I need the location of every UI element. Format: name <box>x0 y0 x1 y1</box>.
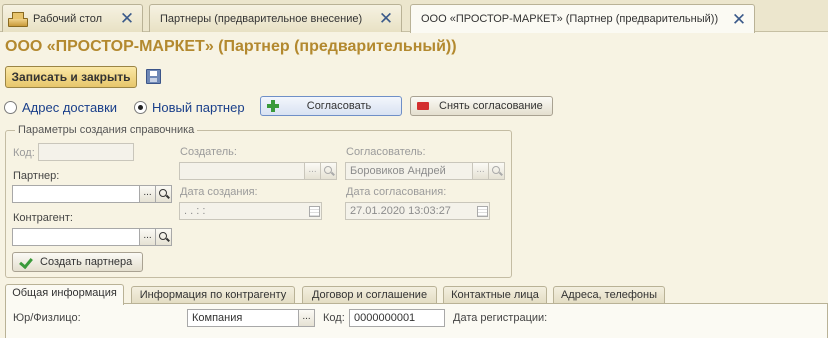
form-tabs: Общая информация Информация по контраген… <box>0 284 828 305</box>
approver-field: Боровиков Андрей <box>345 162 473 180</box>
close-icon[interactable]: ✕ <box>730 11 748 28</box>
approval-date-label: Дата согласования: <box>346 186 447 198</box>
created-date-label: Дата создания: <box>180 186 258 198</box>
creator-field <box>179 162 305 180</box>
general-code-label: Код: <box>323 312 345 324</box>
radio-circle[interactable] <box>134 100 147 114</box>
tab-counterparty-info[interactable]: Информация по контрагенту <box>131 286 295 304</box>
radio-label: Новый партнер <box>152 99 245 115</box>
close-icon[interactable]: ✕ <box>377 10 395 27</box>
partner-search-icon[interactable] <box>156 185 172 203</box>
checkmark-icon <box>18 257 32 267</box>
creator-choice-button: ... <box>305 162 321 180</box>
tab-label: ООО «ПРОСТОР-МАРКЕТ» (Партнер (предварит… <box>421 13 719 25</box>
created-date-field: . . : : <box>179 202 322 220</box>
home-icon <box>7 11 28 27</box>
tab-contract[interactable]: Договор и соглашение <box>302 286 437 304</box>
radio-new-partner[interactable]: Новый партнер <box>134 98 245 116</box>
calendar-icon <box>474 202 490 220</box>
revoke-agreement-button[interactable]: Снять согласование <box>410 96 553 116</box>
partner-field[interactable] <box>12 185 140 203</box>
agree-label: Согласовать <box>306 100 372 112</box>
radio-label: Адрес доставки <box>22 99 118 115</box>
approver-label: Согласователь: <box>346 146 426 158</box>
tab-desktop[interactable]: Рабочий стол ✕ <box>2 4 143 32</box>
create-partner-button[interactable]: Создать партнера <box>12 252 143 272</box>
revoke-label: Снять согласование <box>439 100 543 112</box>
creator-label: Создатель: <box>180 146 237 158</box>
general-code-field[interactable]: 0000000001 <box>349 309 445 327</box>
close-icon[interactable]: ✕ <box>118 10 136 27</box>
page-title: ООО «ПРОСТОР-МАРКЕТ» (Партнер (предварит… <box>5 38 457 55</box>
create-partner-label: Создать партнера <box>40 256 133 268</box>
window-tab-strip: Рабочий стол ✕ Партнеры (предварительное… <box>0 0 828 33</box>
counterparty-search-icon[interactable] <box>156 228 172 246</box>
legal-type-field[interactable]: Компания <box>187 309 299 327</box>
code-label: Код: <box>13 147 35 159</box>
approver-search-icon <box>489 162 505 180</box>
code-field <box>38 143 134 161</box>
tab-label: Партнеры (предварительное внесение) <box>160 12 363 25</box>
tab-contacts[interactable]: Контактные лица <box>443 286 547 304</box>
minus-icon <box>417 102 429 110</box>
agree-button[interactable]: Согласовать <box>260 96 402 116</box>
partner-label: Партнер: <box>13 170 60 182</box>
legal-type-label: Юр/Физлицо: <box>13 312 81 324</box>
approval-date-field: 27.01.2020 13:03:27 <box>345 202 490 220</box>
creator-search-icon <box>321 162 337 180</box>
radio-delivery-address[interactable]: Адрес доставки <box>4 98 117 116</box>
counterparty-label: Контрагент: <box>13 212 73 224</box>
calendar-icon <box>306 202 322 220</box>
tab-general-info[interactable]: Общая информация <box>5 284 124 305</box>
save-disk-icon[interactable] <box>146 69 161 84</box>
registration-date-label: Дата регистрации: <box>453 312 548 324</box>
counterparty-field[interactable] <box>12 228 140 246</box>
tab-addresses-phones[interactable]: Адреса, телефоны <box>553 286 665 304</box>
partner-choice-button[interactable]: ... <box>140 185 156 203</box>
plus-icon <box>267 100 279 112</box>
params-group-title: Параметры создания справочника <box>15 124 198 136</box>
approver-choice-button: ... <box>473 162 489 180</box>
tab-partner-card[interactable]: ООО «ПРОСТОР-МАРКЕТ» (Партнер (предварит… <box>410 4 755 33</box>
legal-type-choice-button[interactable]: ... <box>299 309 315 327</box>
tab-label: Рабочий стол <box>33 12 103 25</box>
radio-circle[interactable] <box>4 100 17 114</box>
save-and-close-button[interactable]: Записать и закрыть <box>5 66 137 88</box>
counterparty-choice-button[interactable]: ... <box>140 228 156 246</box>
tab-partners-list[interactable]: Партнеры (предварительное внесение) ✕ <box>149 4 402 32</box>
